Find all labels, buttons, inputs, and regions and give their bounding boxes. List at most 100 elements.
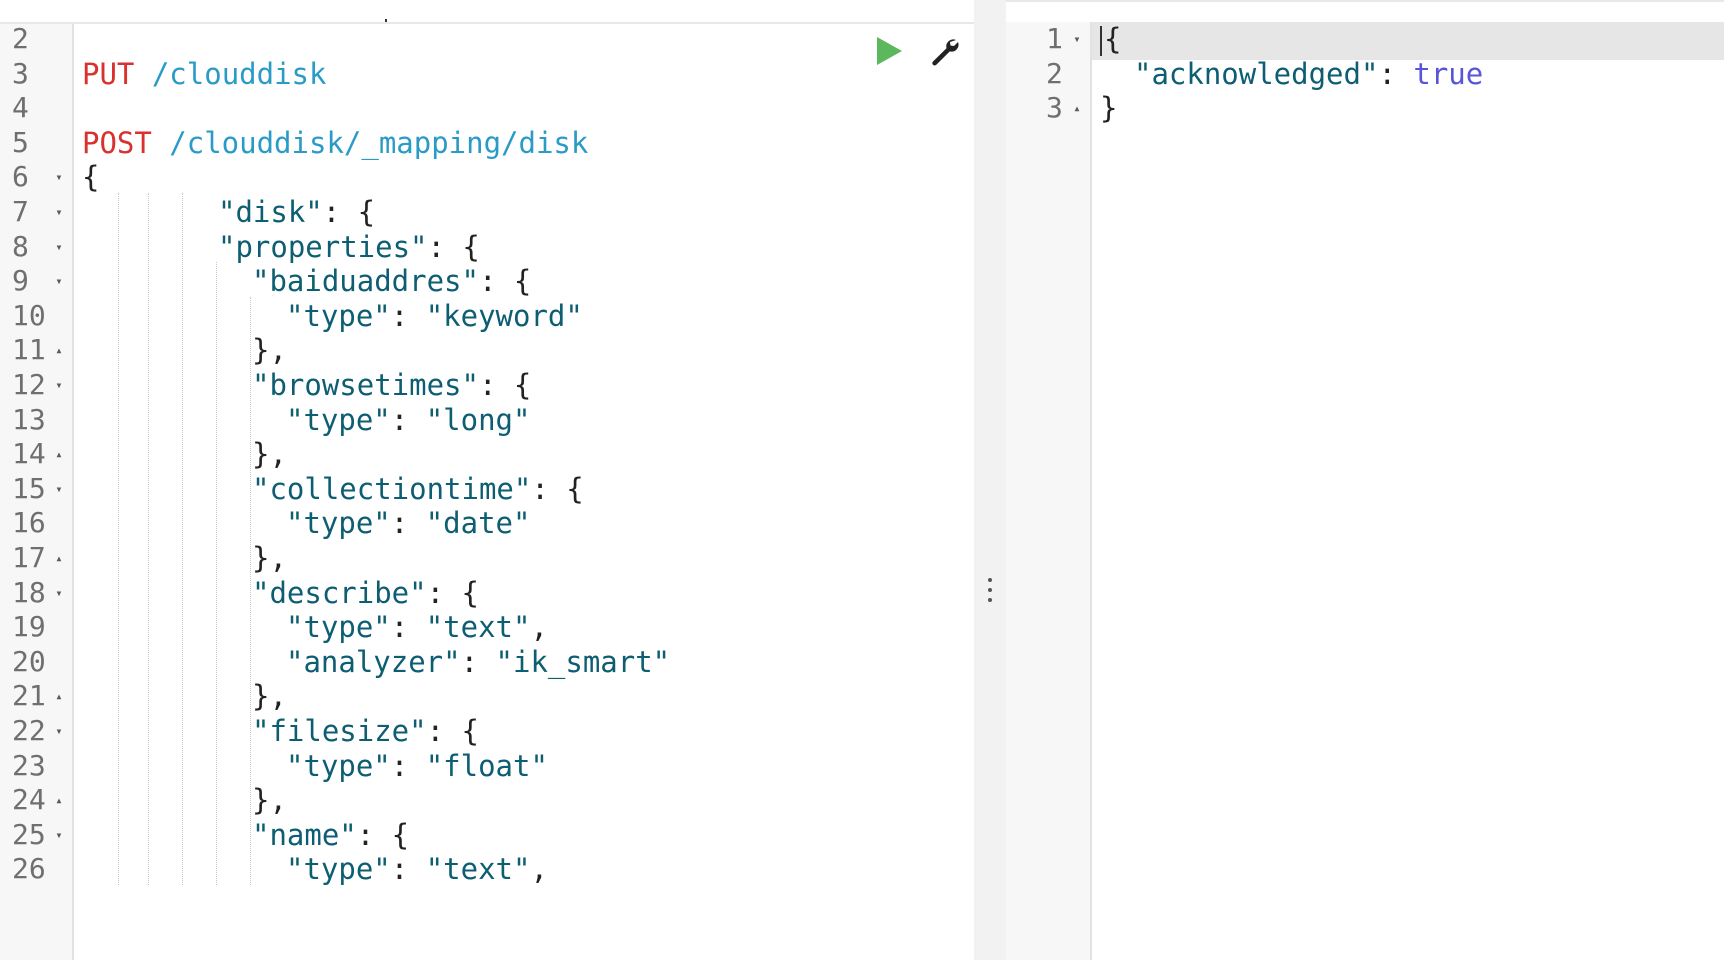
code-token-key: "baiduaddres" bbox=[252, 264, 479, 299]
code-token-punct: : bbox=[460, 644, 496, 679]
code-line: "browsetimes": { bbox=[252, 366, 531, 404]
editor-line-number-text: 7 bbox=[12, 195, 29, 228]
editor-line-number-text: 15 bbox=[12, 471, 46, 505]
code-token-str: "ik_smart" bbox=[495, 644, 671, 679]
code-line: PUT /clouddisk bbox=[82, 55, 326, 93]
code-line: "type": "long" bbox=[286, 401, 530, 439]
code-token-punct: : { bbox=[531, 471, 584, 506]
code-line: "name": { bbox=[252, 816, 409, 854]
fold-toggle-icon[interactable]: ▾ bbox=[52, 262, 66, 300]
play-icon bbox=[877, 37, 902, 65]
fold-toggle-icon[interactable]: ▴ bbox=[52, 781, 66, 819]
code-line: "type": "keyword" bbox=[286, 297, 583, 335]
code-token-punct: , bbox=[530, 610, 548, 645]
fold-toggle-icon[interactable]: ▾ bbox=[52, 574, 66, 612]
editor-line-number-text: 6 bbox=[12, 160, 29, 194]
editor-line-number-text: 5 bbox=[12, 125, 29, 159]
fold-toggle-icon[interactable]: ▾ bbox=[1070, 22, 1084, 58]
code-line: "type": "float" bbox=[286, 747, 548, 785]
request-editor[interactable]: 2 3 4 5 6 ▾ 7 ▾ 8 ▾ 9 ▾ 10 11 ▴ 12 ▾ 13 14 ▴ 15 ▾ 16 17 ▴ 18 ▾ 19 20… bbox=[0, 22, 974, 960]
code-token-str: "long" bbox=[425, 402, 531, 437]
code-token-punct: : bbox=[390, 610, 426, 645]
indent-guide bbox=[182, 193, 183, 885]
code-token-key: "type" bbox=[286, 402, 391, 437]
editor-line-number-text: 25 bbox=[12, 817, 46, 851]
code-token-key: "type" bbox=[286, 506, 391, 541]
request-actions bbox=[870, 32, 964, 70]
response-line-number: 1 ▾ bbox=[1006, 22, 1090, 58]
run-request-button[interactable] bbox=[870, 32, 908, 70]
editor-line-number-text: 10 bbox=[12, 298, 46, 332]
code-line: { bbox=[1100, 22, 1121, 58]
editor-line-number: 4 bbox=[0, 89, 72, 127]
code-token-punct: : { bbox=[478, 368, 532, 402]
fold-toggle-icon[interactable]: ▾ bbox=[52, 158, 66, 196]
response-line-number: 3 ▴ bbox=[1006, 89, 1090, 127]
response-line-number-text: 3 bbox=[1046, 91, 1063, 125]
fold-toggle-icon[interactable]: ▾ bbox=[52, 193, 66, 231]
code-token-punct: { bbox=[82, 160, 100, 195]
editor-line-number: 12 ▾ bbox=[0, 366, 72, 404]
console-app: 2 3 4 5 6 ▾ 7 ▾ 8 ▾ 9 ▾ 10 11 ▴ 12 ▾ 13 14 ▴ 15 ▾ 16 17 ▴ 18 ▾ 19 20… bbox=[0, 0, 1724, 960]
code-line: "properties": { bbox=[218, 228, 480, 266]
editor-line-number: 19 bbox=[0, 608, 72, 646]
code-token-bool: true bbox=[1413, 56, 1484, 91]
fold-toggle-icon[interactable]: ▴ bbox=[1070, 89, 1084, 127]
editor-top-border bbox=[0, 0, 974, 24]
code-token-str: "text" bbox=[425, 852, 531, 887]
editor-line-number-text: 21 bbox=[12, 679, 46, 713]
editor-line-number: 5 bbox=[0, 124, 72, 162]
code-token-path: /clouddisk bbox=[134, 56, 327, 91]
response-line-number: 2 bbox=[1006, 55, 1090, 93]
editor-line-number-text: 18 bbox=[12, 575, 46, 609]
editor-line-number-text: 16 bbox=[12, 506, 46, 540]
code-token-path: /clouddisk/_mapping/disk bbox=[151, 125, 589, 160]
editor-line-number-text: 9 bbox=[12, 264, 29, 298]
code-token-method: PUT bbox=[82, 56, 135, 91]
editor-line-number-text: 11 bbox=[12, 333, 46, 367]
editor-line-number: 13 bbox=[0, 401, 72, 439]
editor-line-number: 6 ▾ bbox=[0, 158, 72, 196]
response-top-border bbox=[1006, 0, 1724, 2]
code-token-punct: : bbox=[390, 506, 426, 541]
code-token-punct: : bbox=[390, 402, 426, 437]
editor-line-number: 26 bbox=[0, 850, 72, 888]
editor-line-number: 2 bbox=[0, 22, 72, 58]
code-line: "analyzer": "ik_smart" bbox=[286, 643, 670, 681]
response-viewer[interactable]: 1 ▾ 2 3 ▴ {"acknowledged": true} bbox=[1006, 22, 1724, 960]
code-token-punct: : { bbox=[426, 575, 479, 610]
code-token-punct: : { bbox=[427, 229, 480, 264]
editor-line-number: 9 ▾ bbox=[0, 262, 72, 300]
response-gutter: 1 ▾ 2 3 ▴ bbox=[1006, 22, 1092, 960]
pane-resize-handle[interactable] bbox=[974, 0, 1006, 960]
response-line-number-text: 1 bbox=[1046, 22, 1063, 55]
wrench-icon bbox=[932, 39, 959, 66]
fold-toggle-icon[interactable]: ▾ bbox=[52, 228, 66, 266]
editor-line-number: 24 ▴ bbox=[0, 781, 72, 819]
code-line: } bbox=[1100, 89, 1117, 127]
editor-line-number: 8 ▾ bbox=[0, 228, 72, 266]
fold-toggle-icon[interactable]: ▴ bbox=[52, 677, 66, 715]
editor-line-number-text: 2 bbox=[12, 22, 29, 55]
request-settings-button[interactable] bbox=[926, 32, 964, 70]
fold-toggle-icon[interactable]: ▾ bbox=[52, 712, 66, 750]
fold-toggle-icon[interactable]: ▴ bbox=[52, 331, 66, 369]
code-line: "collectiontime": { bbox=[252, 470, 584, 508]
code-line: "type": "text", bbox=[286, 608, 548, 646]
editor-code-area[interactable]: PUT /clouddisk POST /clouddisk/_mapping/d… bbox=[82, 22, 962, 960]
code-token-punct: }, bbox=[252, 679, 287, 714]
code-token-punct: : bbox=[390, 298, 426, 333]
code-token-str: "float" bbox=[425, 748, 548, 783]
code-token-punct: : { bbox=[426, 714, 479, 748]
response-code-area[interactable]: {"acknowledged": true} bbox=[1100, 22, 1720, 960]
fold-toggle-icon[interactable]: ▾ bbox=[52, 470, 66, 508]
code-token-str: "date" bbox=[425, 506, 531, 541]
fold-toggle-icon[interactable]: ▴ bbox=[52, 539, 66, 577]
fold-toggle-icon[interactable]: ▾ bbox=[52, 816, 66, 854]
code-token-punct: : { bbox=[478, 264, 532, 299]
fold-toggle-icon[interactable]: ▾ bbox=[52, 366, 66, 404]
code-token-punct: }, bbox=[252, 541, 287, 575]
fold-toggle-icon[interactable]: ▴ bbox=[52, 435, 66, 473]
editor-line-number: 16 bbox=[0, 504, 72, 542]
code-token-punct: }, bbox=[252, 333, 287, 368]
